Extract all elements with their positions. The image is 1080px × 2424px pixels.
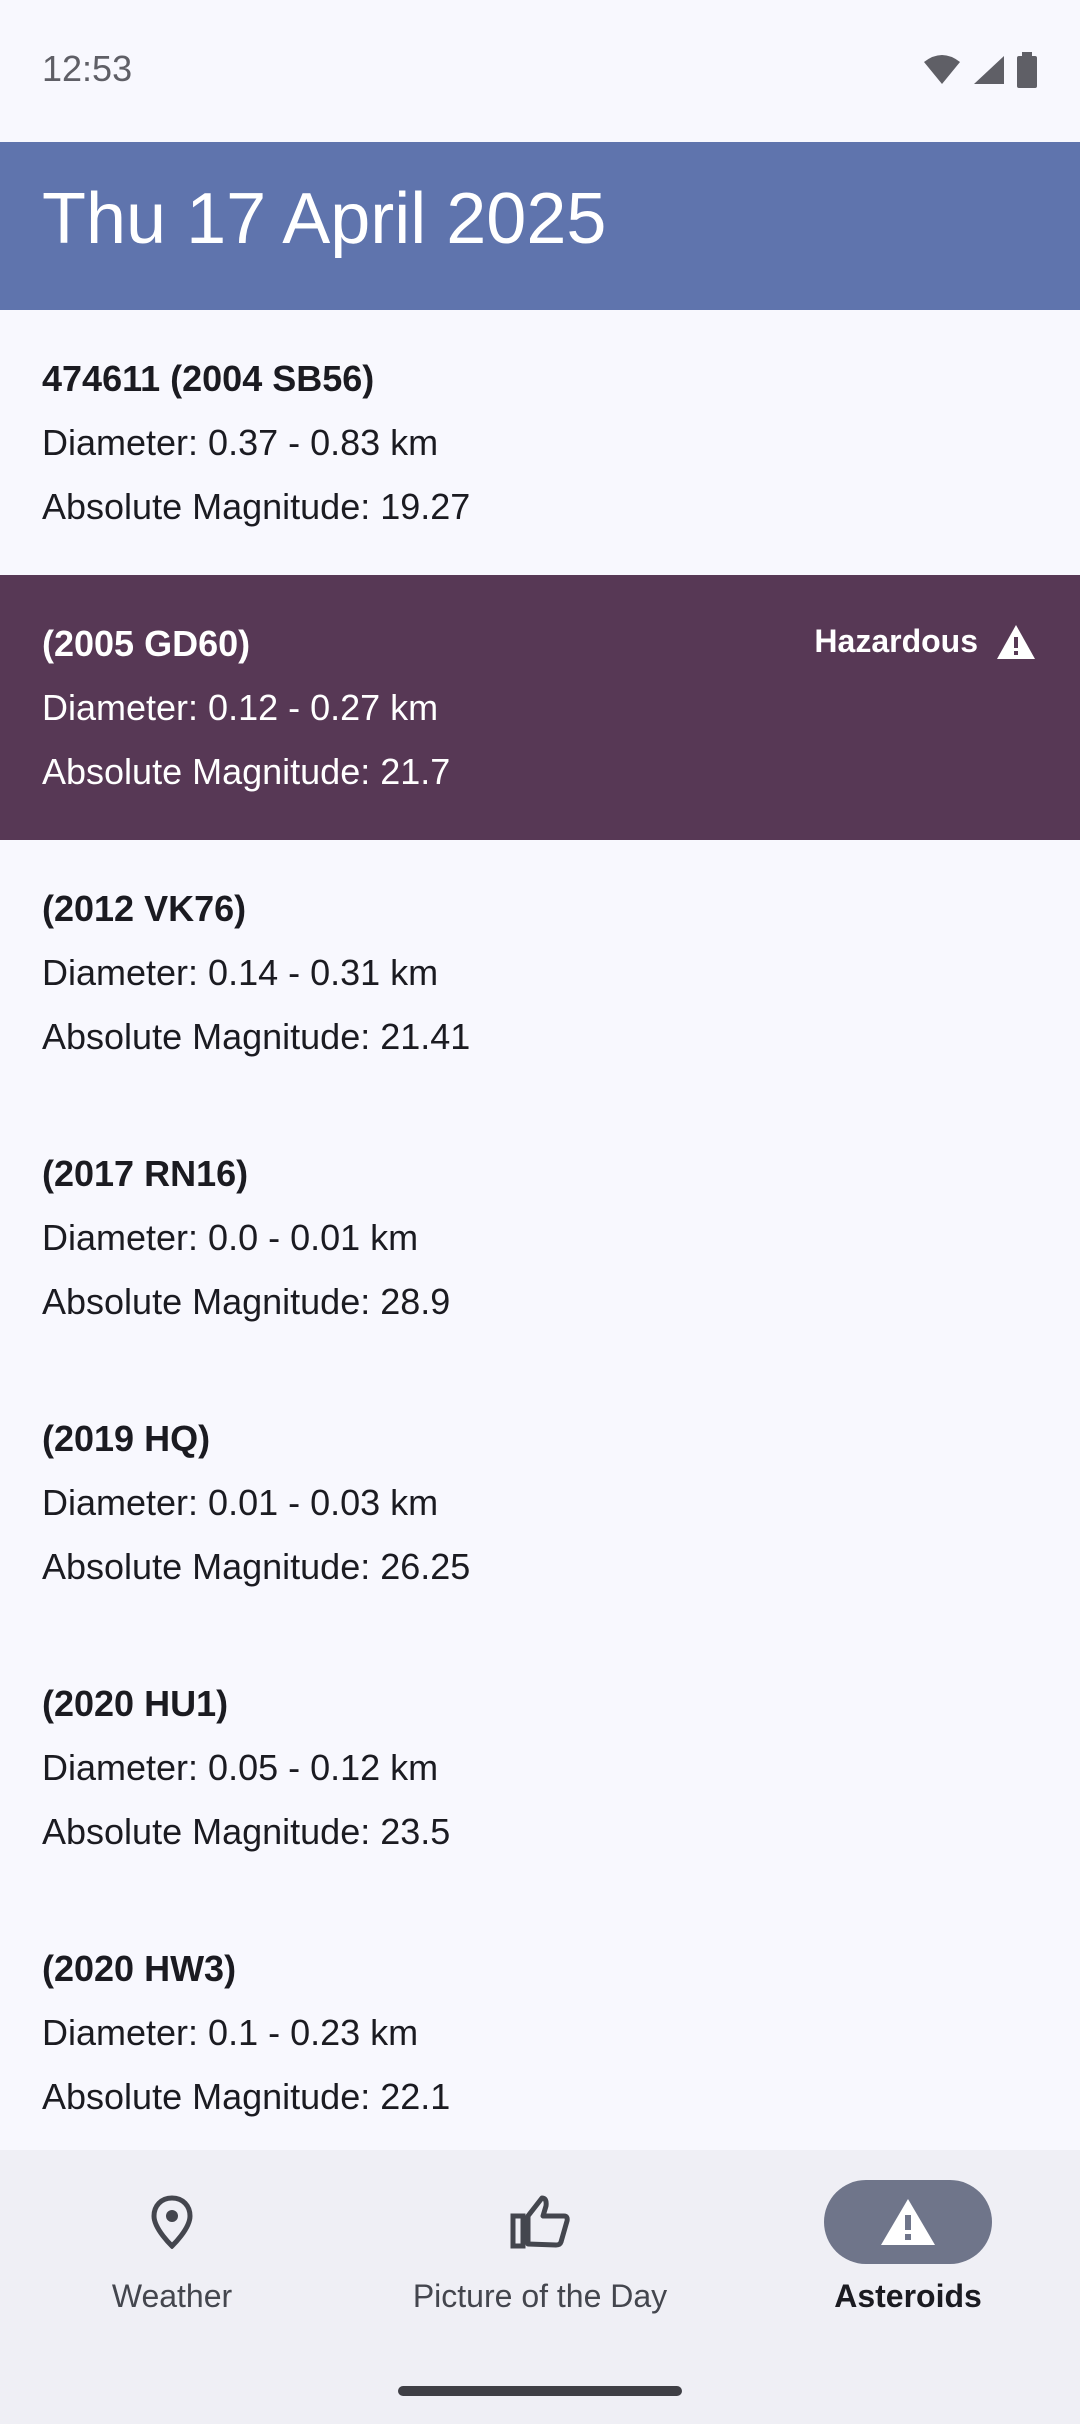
home-indicator[interactable] bbox=[398, 2386, 682, 2396]
bottom-navigation: Weather Picture of the Day Asteroids bbox=[0, 2150, 1080, 2424]
nav-active-indicator bbox=[824, 2180, 992, 2264]
status-time: 12:53 bbox=[42, 48, 133, 89]
nav-tab-weather[interactable]: Weather bbox=[0, 2150, 344, 2350]
nav-icon-container bbox=[88, 2180, 256, 2264]
asteroid-diameter: Diameter: 0.12 - 0.27 km bbox=[42, 687, 439, 728]
asteroid-diameter: Diameter: 0.01 - 0.03 km bbox=[42, 1482, 439, 1523]
asteroid-name: (2005 GD60) bbox=[42, 623, 251, 664]
thumbs-up-icon bbox=[510, 2195, 570, 2249]
list-item[interactable]: (2020 HU1) Diameter: 0.05 - 0.12 km Abso… bbox=[0, 1635, 1080, 1900]
list-item-hazardous[interactable]: (2005 GD60) Hazardous Diameter: 0.12 - 0… bbox=[0, 575, 1080, 840]
asteroid-name: (2020 HW3) bbox=[42, 1948, 237, 1989]
asteroid-magnitude: Absolute Magnitude: 22.1 bbox=[42, 2076, 451, 2117]
wifi-icon bbox=[924, 55, 960, 84]
nav-label-asteroids: Asteroids bbox=[834, 2278, 982, 2314]
nav-tab-asteroids[interactable]: Asteroids bbox=[736, 2150, 1080, 2350]
asteroid-name: (2020 HU1) bbox=[42, 1683, 229, 1724]
app-bar: Thu 17 April 2025 bbox=[0, 142, 1080, 310]
page-title: Thu 17 April 2025 bbox=[42, 179, 607, 259]
hazard-badge: Hazardous bbox=[814, 623, 1036, 660]
list-item[interactable]: (2012 VK76) Diameter: 0.14 - 0.31 km Abs… bbox=[0, 840, 1080, 1105]
list-item[interactable]: (2017 RN16) Diameter: 0.0 - 0.01 km Abso… bbox=[0, 1105, 1080, 1370]
asteroid-name: (2019 HQ) bbox=[42, 1418, 211, 1459]
nav-icon-container bbox=[456, 2180, 624, 2264]
warning-icon bbox=[997, 624, 1035, 659]
asteroid-magnitude: Absolute Magnitude: 28.9 bbox=[42, 1281, 451, 1322]
asteroid-name: 474611 (2004 SB56) bbox=[42, 358, 375, 399]
asteroid-magnitude: Absolute Magnitude: 21.41 bbox=[42, 1016, 471, 1057]
warning-icon bbox=[881, 2199, 935, 2245]
nav-tab-picture-of-the-day[interactable]: Picture of the Day bbox=[344, 2150, 736, 2350]
nav-label-weather: Weather bbox=[111, 2278, 233, 2314]
asteroid-diameter: Diameter: 0.14 - 0.31 km bbox=[42, 952, 439, 993]
asteroid-magnitude: Absolute Magnitude: 19.27 bbox=[42, 486, 471, 527]
status-bar: 12:53 bbox=[0, 0, 1080, 142]
asteroid-name: (2012 VK76) bbox=[42, 888, 247, 929]
asteroid-magnitude: Absolute Magnitude: 26.25 bbox=[42, 1546, 471, 1587]
asteroid-diameter: Diameter: 0.0 - 0.01 km bbox=[42, 1217, 419, 1258]
asteroid-diameter: Diameter: 0.1 - 0.23 km bbox=[42, 2012, 419, 2053]
nav-label-picture-of-the-day: Picture of the Day bbox=[412, 2278, 668, 2314]
location-pin-icon bbox=[151, 2195, 193, 2249]
asteroid-list[interactable]: 474611 (2004 SB56) Diameter: 0.37 - 0.83… bbox=[0, 310, 1080, 2165]
list-item[interactable]: (2020 HW3) Diameter: 0.1 - 0.23 km Absol… bbox=[0, 1900, 1080, 2165]
asteroid-magnitude: Absolute Magnitude: 21.7 bbox=[42, 751, 451, 792]
asteroid-diameter: Diameter: 0.37 - 0.83 km bbox=[42, 422, 439, 463]
battery-icon bbox=[1017, 52, 1037, 88]
list-item[interactable]: (2019 HQ) Diameter: 0.01 - 0.03 km Absol… bbox=[0, 1370, 1080, 1635]
asteroid-name: (2017 RN16) bbox=[42, 1153, 249, 1194]
asteroid-magnitude: Absolute Magnitude: 23.5 bbox=[42, 1811, 451, 1852]
list-item[interactable]: 474611 (2004 SB56) Diameter: 0.37 - 0.83… bbox=[0, 310, 1080, 575]
asteroid-diameter: Diameter: 0.05 - 0.12 km bbox=[42, 1747, 439, 1788]
hazard-label: Hazardous bbox=[814, 623, 978, 659]
cellular-signal-icon bbox=[974, 56, 1004, 84]
status-icons bbox=[922, 52, 1038, 88]
